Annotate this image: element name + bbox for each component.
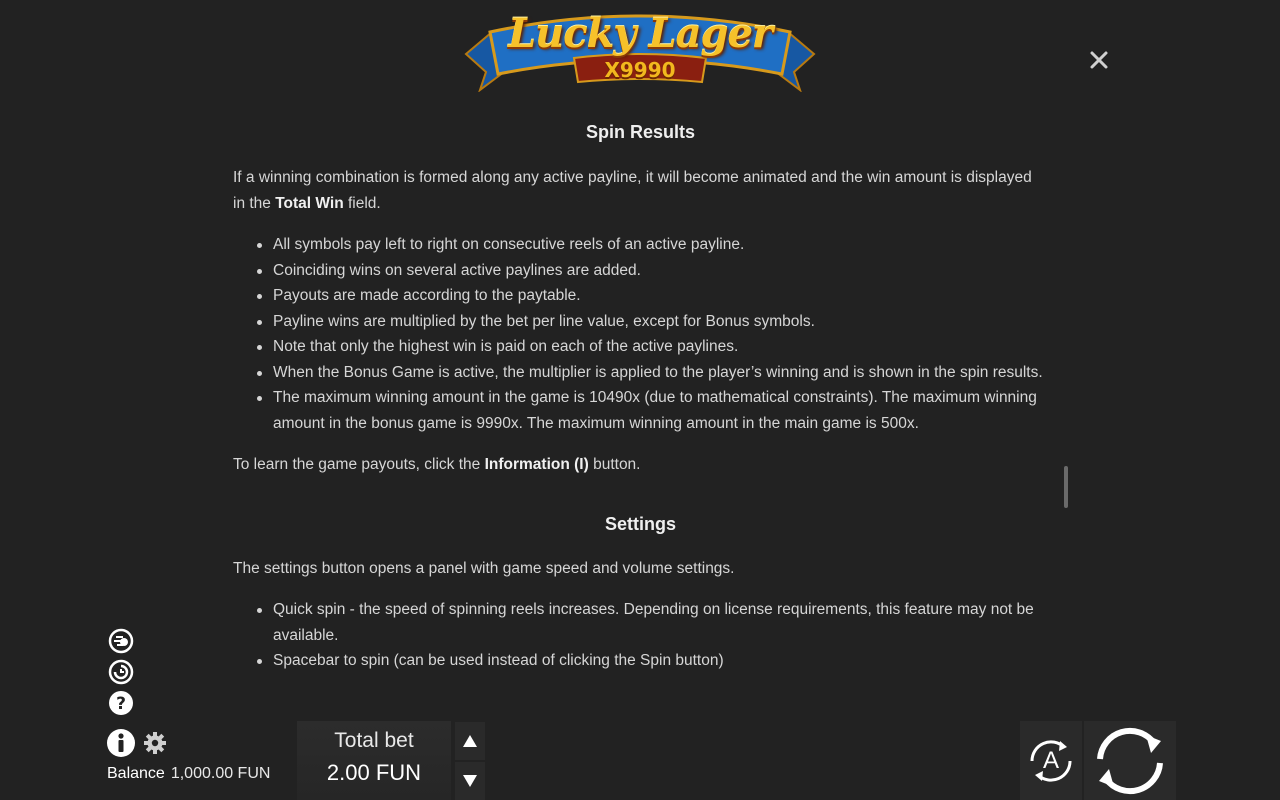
settings-list: Quick spin - the speed of spinning reels… bbox=[257, 597, 1048, 674]
list-item: Quick spin - the speed of spinning reels… bbox=[257, 597, 1048, 648]
rules-content[interactable]: Spin Results If a winning combination is… bbox=[233, 112, 1048, 700]
svg-text:?: ? bbox=[116, 694, 126, 714]
spin-icon bbox=[1097, 727, 1163, 795]
list-item: Payouts are made according to the paytab… bbox=[257, 283, 1048, 309]
settings-button[interactable] bbox=[143, 731, 167, 755]
info-button[interactable] bbox=[106, 728, 136, 758]
list-item: Note that only the highest win is paid o… bbox=[257, 334, 1048, 360]
list-item: Payline wins are multiplied by the bet p… bbox=[257, 309, 1048, 335]
triangle-down-icon bbox=[463, 775, 477, 787]
intro-text-end: field. bbox=[343, 194, 381, 212]
close-icon bbox=[1090, 51, 1108, 69]
balance-value: 1,000.00 FUN bbox=[170, 765, 271, 782]
list-item: Spacebar to spin (can be used instead of… bbox=[257, 648, 1048, 674]
autoplay-label: A bbox=[1042, 747, 1059, 774]
spin-results-intro: If a winning combination is formed along… bbox=[233, 165, 1048, 216]
game-logo: Lucky Lager X9990 bbox=[464, 2, 816, 93]
logo-title: Lucky Lager bbox=[508, 10, 773, 57]
bet-increase-button[interactable] bbox=[455, 722, 485, 760]
gear-icon bbox=[144, 732, 166, 754]
balance-display: Balance 1,000.00 FUN bbox=[107, 765, 270, 783]
autoplay-button[interactable]: A bbox=[1020, 721, 1082, 800]
bet-decrease-button[interactable] bbox=[455, 762, 485, 800]
outro-text: To learn the game payouts, click the bbox=[233, 456, 485, 473]
scrollbar[interactable] bbox=[1064, 466, 1068, 508]
total-bet-label: Total bet bbox=[334, 729, 414, 752]
list-item: When the Bonus Game is active, the multi… bbox=[257, 360, 1048, 386]
logo-subtitle: X9990 bbox=[604, 58, 676, 82]
turbo-icon bbox=[108, 628, 134, 654]
information-button-term: Information (I) bbox=[484, 456, 589, 473]
history-button[interactable] bbox=[108, 659, 134, 685]
section-title-settings: Settings bbox=[604, 513, 676, 534]
total-bet-panel: Total bet 2.00 FUN bbox=[297, 721, 451, 800]
spin-results-outro: To learn the game payouts, click the Inf… bbox=[233, 452, 1048, 478]
total-win-term: Total Win bbox=[275, 194, 344, 212]
outro-text-end: button. bbox=[588, 456, 641, 473]
spin-button[interactable] bbox=[1084, 721, 1176, 800]
turbo-button[interactable] bbox=[108, 628, 134, 654]
info-icon bbox=[107, 729, 135, 757]
triangle-up-icon bbox=[463, 735, 477, 747]
help-button[interactable]: ? bbox=[108, 690, 134, 716]
close-button[interactable] bbox=[1086, 47, 1112, 73]
help-icon: ? bbox=[109, 691, 133, 715]
spin-results-list: All symbols pay left to right on consecu… bbox=[257, 232, 1048, 436]
list-item: All symbols pay left to right on consecu… bbox=[257, 232, 1048, 258]
section-title-spin-results: Spin Results bbox=[585, 122, 696, 142]
list-item: The maximum winning amount in the game i… bbox=[257, 385, 1048, 436]
history-icon bbox=[108, 659, 134, 685]
balance-label: Balance bbox=[107, 765, 165, 782]
settings-intro: The settings button opens a panel with g… bbox=[233, 559, 735, 577]
list-item: Coinciding wins on several active paylin… bbox=[257, 258, 1048, 284]
total-bet-value: 2.00 FUN bbox=[326, 760, 422, 785]
